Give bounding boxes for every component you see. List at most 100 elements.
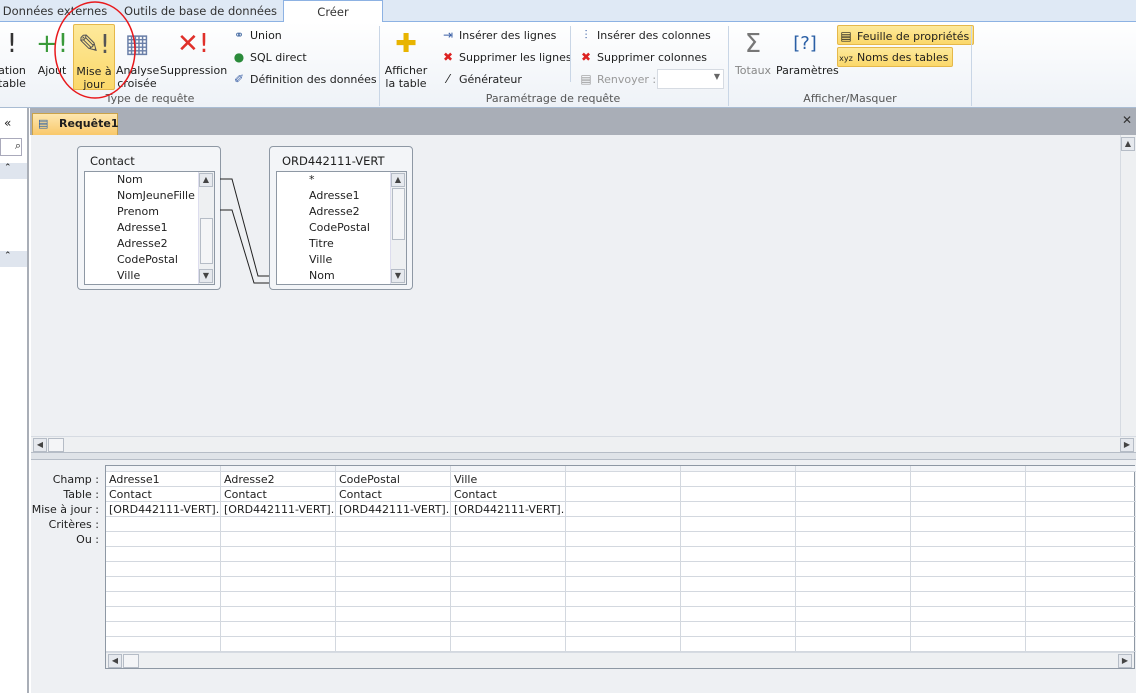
scroll-thumb[interactable] (123, 654, 139, 668)
grid-cell[interactable]: Contact (451, 487, 566, 502)
grid-cell[interactable] (1026, 562, 1136, 577)
grid-cell[interactable] (221, 607, 336, 622)
grid-cell[interactable] (336, 607, 451, 622)
grid-cell[interactable] (681, 472, 796, 487)
grid-cell[interactable] (681, 622, 796, 637)
grid-cell[interactable] (451, 592, 566, 607)
grid-cell[interactable] (451, 637, 566, 652)
grid-cell[interactable] (911, 607, 1026, 622)
grid-cell[interactable] (566, 607, 681, 622)
grid-cell[interactable] (566, 532, 681, 547)
grid-cell[interactable] (221, 562, 336, 577)
grid-cell[interactable] (681, 577, 796, 592)
grid-cell[interactable] (451, 622, 566, 637)
grid-cell[interactable] (336, 532, 451, 547)
grid-cell[interactable] (796, 577, 911, 592)
grid-cell[interactable] (1026, 592, 1136, 607)
grid-cell[interactable] (911, 547, 1026, 562)
grid-cell[interactable]: CodePostal (336, 472, 451, 487)
scroll-left-icon[interactable]: ◀ (108, 654, 122, 668)
close-document-icon[interactable]: ✕ (1122, 113, 1132, 127)
grid-cell[interactable] (221, 547, 336, 562)
grid-cell[interactable] (566, 487, 681, 502)
grid-cell[interactable] (221, 517, 336, 532)
grid-cell[interactable] (1026, 622, 1136, 637)
grid-cell[interactable] (221, 532, 336, 547)
grid-cell[interactable] (911, 577, 1026, 592)
tab-creer[interactable]: Créer (283, 0, 383, 23)
grid-cell[interactable]: Contact (221, 487, 336, 502)
join-line-prenom[interactable] (220, 209, 269, 284)
grid-cell[interactable] (106, 577, 221, 592)
union-button[interactable]: ⚭ Union (231, 25, 282, 45)
grid-cell[interactable] (566, 592, 681, 607)
grid-cell[interactable] (566, 472, 681, 487)
scroll-up-icon[interactable]: ▲ (391, 173, 405, 187)
grid-cell[interactable] (1026, 502, 1136, 517)
grid-cell[interactable] (106, 622, 221, 637)
grid-cell[interactable] (106, 607, 221, 622)
grid-cell[interactable] (796, 562, 911, 577)
grid-cell[interactable] (911, 517, 1026, 532)
scroll-down-icon[interactable]: ▼ (391, 269, 405, 283)
grid-cell[interactable] (796, 472, 911, 487)
grid-cell[interactable] (451, 517, 566, 532)
grid-cell[interactable] (451, 562, 566, 577)
inserer-colonnes-button[interactable]: ⫶ Insérer des colonnes (578, 25, 710, 45)
totaux-button[interactable]: Σ Totaux (732, 24, 774, 90)
grid-cell[interactable] (221, 637, 336, 652)
grid-cell[interactable] (1026, 637, 1136, 652)
grid-cell[interactable] (566, 622, 681, 637)
parametres-button[interactable]: [?] Paramètres (776, 24, 839, 90)
grid-cell[interactable] (796, 517, 911, 532)
definition-donnees-button[interactable]: ✐ Définition des données (231, 69, 377, 89)
grid-cell[interactable] (336, 562, 451, 577)
grid-cell[interactable]: Ville (451, 472, 566, 487)
grid-cell[interactable] (796, 502, 911, 517)
grid-cell[interactable]: Adresse1 (106, 472, 221, 487)
grid-horizontal-scrollbar[interactable]: ◀ ▶ (106, 652, 1134, 668)
grid-cell[interactable] (336, 637, 451, 652)
join-line-nom[interactable] (220, 178, 269, 277)
grid-cell[interactable] (681, 592, 796, 607)
grid-cell[interactable] (911, 637, 1026, 652)
grid-cell[interactable] (566, 577, 681, 592)
grid-cell[interactable]: Contact (106, 487, 221, 502)
inserer-lignes-button[interactable]: ⇥ Insérer des lignes (440, 25, 556, 45)
suppression-button[interactable]: ✕! Suppression (160, 24, 227, 90)
generateur-button[interactable]: ⁄ Générateur (440, 69, 522, 89)
grid-cell[interactable] (796, 547, 911, 562)
scroll-thumb[interactable] (392, 188, 405, 240)
grid-cell[interactable] (1026, 487, 1136, 502)
grid-cell[interactable] (911, 487, 1026, 502)
grid-cell[interactable] (1026, 517, 1136, 532)
grid-cell[interactable] (451, 607, 566, 622)
grid-cell[interactable] (1026, 547, 1136, 562)
vertical-scrollbar[interactable]: ▲ ▼ (390, 172, 406, 284)
grid-cell[interactable] (911, 562, 1026, 577)
sql-direct-button[interactable]: ● SQL direct (231, 47, 307, 67)
scroll-right-icon[interactable]: ▶ (1120, 438, 1134, 452)
collapse-pane-icon[interactable]: « (4, 116, 11, 130)
design-horizontal-scrollbar[interactable]: ◀ ▶ (31, 436, 1136, 452)
grid-cell[interactable] (911, 592, 1026, 607)
grid-cell[interactable]: Contact (336, 487, 451, 502)
expand-group-icon[interactable]: ⌃ (0, 163, 27, 179)
grid-cell[interactable] (451, 577, 566, 592)
grid-cell[interactable] (336, 592, 451, 607)
grid-cell[interactable] (911, 472, 1026, 487)
grid-cell[interactable] (681, 502, 796, 517)
grid-cell[interactable]: [ORD442111-VERT].[Adresse1] (106, 502, 221, 517)
grid-cell[interactable] (336, 577, 451, 592)
grid-cell[interactable] (336, 547, 451, 562)
expand-group-icon[interactable]: ⌃ (0, 251, 27, 267)
grid-cell[interactable] (681, 547, 796, 562)
grid-cell[interactable] (796, 592, 911, 607)
grid-cell[interactable] (221, 577, 336, 592)
grid-cell[interactable] (911, 502, 1026, 517)
grid-cell[interactable]: [ORD442111-VERT].[CodePostal] (336, 502, 451, 517)
supprimer-colonnes-button[interactable]: ✖ Supprimer colonnes (578, 47, 707, 67)
grid-cell[interactable] (106, 592, 221, 607)
scroll-thumb[interactable] (48, 438, 64, 452)
grid-cell[interactable] (106, 562, 221, 577)
